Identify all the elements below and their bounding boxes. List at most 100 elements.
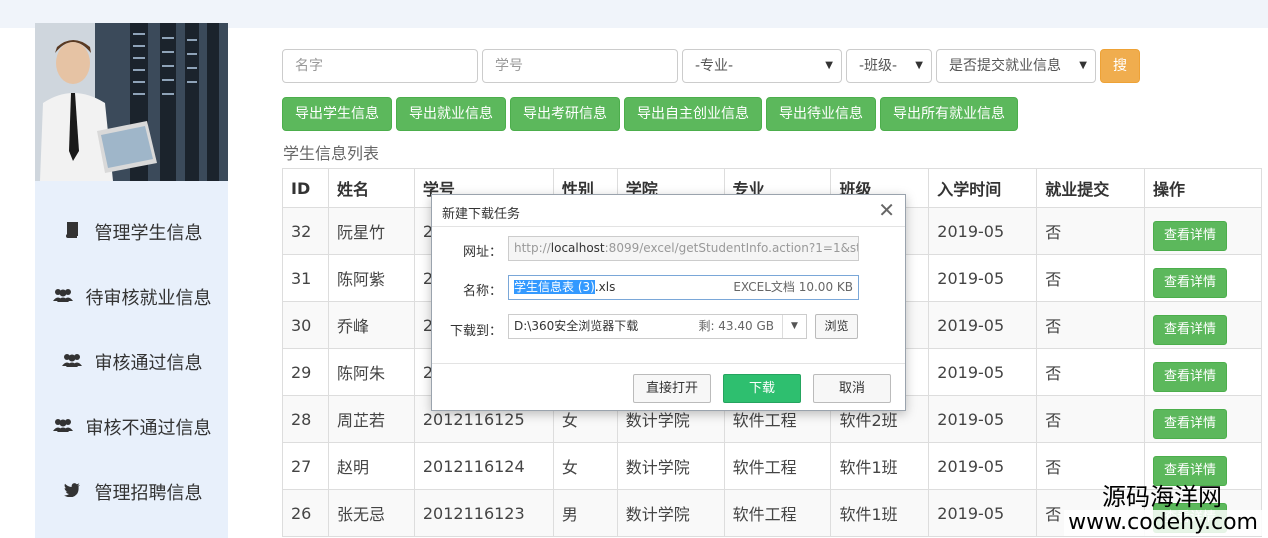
- cell-id: 26: [282, 489, 329, 537]
- save-path-value: D:\360安全浏览器下载: [514, 319, 639, 333]
- free-space: 剩: 43.40 GB: [698, 319, 774, 333]
- cell-name: 陈阿紫: [327, 254, 415, 302]
- watermark-cn: 源码海洋网: [1102, 483, 1222, 511]
- search-button[interactable]: 搜索: [1100, 49, 1140, 106]
- cell-submitted: 否: [1036, 348, 1146, 396]
- sidebar: 管理学生信息 待审核就业信息 审核通过信息 审核不通过信息 管理招聘信息: [35, 23, 228, 538]
- cell-id: 32: [282, 207, 329, 255]
- class-select[interactable]: -班级- ▼: [846, 49, 932, 83]
- chevron-down-icon[interactable]: ▼: [782, 315, 806, 338]
- header-enroll-date: 入学时间: [928, 168, 1038, 208]
- avatar: [35, 23, 228, 181]
- cell-actions: 查看详情: [1144, 395, 1262, 443]
- filename-ext: .xls: [594, 280, 616, 294]
- export-startup-button[interactable]: 导出自主创业信息: [624, 97, 762, 131]
- view-details-button[interactable]: 查看详情: [1153, 315, 1228, 345]
- list-title: 学生信息列表: [283, 144, 380, 163]
- sidebar-item-label: 待审核就业信息: [85, 287, 212, 309]
- submitted-select[interactable]: 是否提交就业信息 ▼: [936, 49, 1096, 83]
- cell-enroll-date: 2019-05: [928, 348, 1038, 396]
- export-all-employment-button[interactable]: 导出所有就业信息: [880, 97, 1018, 131]
- cell-enroll-date: 2019-05: [928, 395, 1038, 443]
- cancel-button[interactable]: 取消: [813, 374, 891, 403]
- cell-submitted: 否: [1036, 254, 1146, 302]
- cell-id: 31: [282, 254, 329, 302]
- cell-id: 29: [282, 348, 329, 396]
- view-details-button[interactable]: 查看详情: [1153, 268, 1228, 298]
- watermark-url: www.codehy.com: [1064, 510, 1262, 536]
- cell-enroll-date: 2019-05: [928, 442, 1038, 490]
- header-employment-submitted: 就业提交: [1036, 168, 1146, 208]
- cell-actions: 查看详情: [1144, 254, 1262, 302]
- sidebar-item-label: 管理学生信息: [94, 222, 203, 244]
- filename-label: 名称：: [462, 284, 502, 299]
- dialog-header: 新建下载任务 ✕: [432, 195, 905, 227]
- watermark: 源码海洋网 www.codehy.com: [1064, 484, 1262, 536]
- cell-actions: 查看详情: [1144, 301, 1262, 349]
- cell-major: 软件工程: [723, 442, 832, 490]
- cell-enroll-date: 2019-05: [928, 489, 1038, 537]
- sidebar-item-label: 审核通过信息: [94, 352, 203, 374]
- class-select-value: -班级-: [859, 58, 898, 74]
- header-id: ID: [282, 168, 329, 208]
- download-button[interactable]: 下载: [723, 374, 801, 403]
- book-icon: [61, 221, 83, 242]
- cell-gender: 男: [552, 489, 618, 537]
- view-details-button[interactable]: 查看详情: [1153, 409, 1228, 439]
- cell-name: 周芷若: [327, 395, 415, 443]
- caret-down-icon: ▼: [1079, 60, 1087, 71]
- sidebar-item-pending-employment[interactable]: 待审核就业信息: [35, 264, 228, 329]
- sidebar-item-approved[interactable]: 审核通过信息: [35, 329, 228, 394]
- export-unemployed-button[interactable]: 导出待业信息: [766, 97, 876, 131]
- export-employment-button[interactable]: 导出就业信息: [396, 97, 506, 131]
- users-icon: [52, 417, 74, 436]
- dialog-title: 新建下载任务: [442, 207, 521, 222]
- browse-button[interactable]: 浏览: [815, 314, 858, 339]
- view-details-button[interactable]: 查看详情: [1153, 362, 1228, 392]
- users-icon: [52, 287, 74, 306]
- cell-submitted: 否: [1036, 301, 1146, 349]
- url-prefix: http://: [514, 241, 551, 255]
- cell-enroll-date: 2019-05: [928, 301, 1038, 349]
- student-id-input[interactable]: 学号: [482, 49, 678, 83]
- caret-down-icon: ▼: [825, 60, 833, 71]
- users-icon: [61, 352, 83, 371]
- cell-id: 27: [282, 442, 329, 490]
- sidebar-item-recruitment[interactable]: 管理招聘信息: [35, 459, 228, 524]
- cell-gender: 女: [552, 442, 618, 490]
- cell-name: 赵明: [327, 442, 415, 490]
- sidebar-item-label: 管理招聘信息: [94, 482, 203, 504]
- file-meta: EXCEL文档 10.00 KB: [733, 280, 853, 294]
- name-input[interactable]: 名字: [282, 49, 478, 83]
- download-dialog: 新建下载任务 ✕ 网址： http://localhost:8099/excel…: [431, 194, 906, 411]
- cell-name: 张无忌: [327, 489, 415, 537]
- dialog-footer: 直接打开 下载 取消: [432, 363, 905, 410]
- save-to-label: 下载到：: [449, 324, 502, 339]
- view-details-button[interactable]: 查看详情: [1153, 456, 1228, 486]
- view-details-button[interactable]: 查看详情: [1153, 221, 1228, 251]
- cell-student-id: 2012116123: [413, 489, 554, 537]
- cell-college: 数计学院: [616, 442, 725, 490]
- close-icon[interactable]: ✕: [878, 199, 895, 221]
- sidebar-item-manage-students[interactable]: 管理学生信息: [35, 199, 228, 264]
- cell-name: 陈阿朱: [327, 348, 415, 396]
- cell-enroll-date: 2019-05: [928, 254, 1038, 302]
- caret-down-icon: ▼: [915, 60, 923, 71]
- cell-submitted: 否: [1036, 395, 1146, 443]
- url-field[interactable]: http://localhost:8099/excel/getStudentIn…: [508, 236, 859, 261]
- save-path-field[interactable]: D:\360安全浏览器下载 剩: 43.40 GB ▼: [508, 314, 807, 339]
- filename-field[interactable]: 学生信息表 (3).xls EXCEL文档 10.00 KB: [508, 275, 859, 300]
- cell-id: 28: [282, 395, 329, 443]
- export-grad-exam-button[interactable]: 导出考研信息: [510, 97, 620, 131]
- open-directly-button[interactable]: 直接打开: [633, 374, 711, 403]
- twitter-icon: [61, 482, 83, 501]
- header-name: 姓名: [327, 168, 415, 208]
- cell-college: 数计学院: [616, 489, 725, 537]
- filename-selected: 学生信息表 (3): [514, 280, 595, 294]
- major-select[interactable]: -专业- ▼: [682, 49, 842, 83]
- export-students-button[interactable]: 导出学生信息: [282, 97, 392, 131]
- cell-actions: 查看详情: [1144, 348, 1262, 396]
- url-label: 网址：: [462, 245, 502, 260]
- cell-class: 软件1班: [830, 489, 930, 537]
- sidebar-item-rejected[interactable]: 审核不通过信息: [35, 394, 228, 459]
